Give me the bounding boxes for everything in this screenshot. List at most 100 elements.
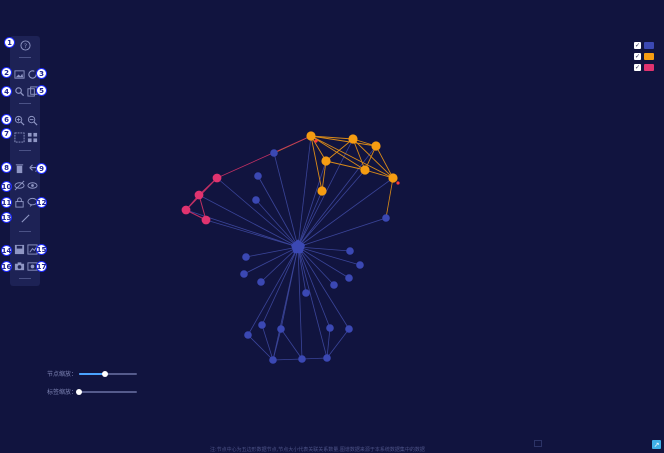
graph-node-blue[interactable] xyxy=(298,355,306,363)
graph-edge xyxy=(326,328,350,359)
graph-node-pink[interactable] xyxy=(201,215,211,225)
edge-icon[interactable] xyxy=(18,211,32,225)
svg-text:?: ? xyxy=(23,41,26,49)
legend-swatch xyxy=(644,42,654,49)
graph-node-blue[interactable] xyxy=(330,281,338,289)
graph-marker[interactable] xyxy=(314,139,318,143)
graph-canvas[interactable] xyxy=(0,0,664,452)
zoom-out-icon[interactable] xyxy=(25,113,39,127)
checkbox-checked-icon[interactable]: ✓ xyxy=(634,53,641,60)
expand-icon[interactable]: ↗ xyxy=(652,440,661,449)
label-size-slider[interactable] xyxy=(76,388,137,395)
graph-node-blue[interactable] xyxy=(302,289,310,297)
graph-node-blue[interactable] xyxy=(269,356,277,364)
badge-2: 2 xyxy=(1,67,12,78)
graph-node-pink[interactable] xyxy=(181,205,191,215)
slider-handle[interactable] xyxy=(102,370,109,377)
graph-edge xyxy=(273,152,299,248)
graph-marker[interactable] xyxy=(396,181,400,185)
graph-node-orange[interactable] xyxy=(388,173,398,183)
node-size-slider[interactable] xyxy=(79,370,137,377)
graph-edge xyxy=(205,219,299,248)
graph-node-blue[interactable] xyxy=(326,324,334,332)
graph-node-orange[interactable] xyxy=(321,156,331,166)
graph-node-pink[interactable] xyxy=(194,190,204,200)
graph-edge xyxy=(272,328,282,361)
graph-nodes xyxy=(181,131,400,364)
graph-edge xyxy=(385,177,394,219)
badge-5: 5 xyxy=(36,85,47,96)
graph-node-orange[interactable] xyxy=(371,141,381,151)
graph-edge xyxy=(325,160,366,171)
graph-node-blue[interactable] xyxy=(258,321,266,329)
grid-icon[interactable] xyxy=(534,440,542,447)
graph-edge xyxy=(216,135,312,179)
node-size-label: 节点缩放： xyxy=(47,371,78,378)
node-size-slider-row: 节点缩放： xyxy=(47,369,137,378)
slider-handle[interactable] xyxy=(76,388,82,395)
graph-edge xyxy=(247,246,299,336)
graph-node-blue[interactable] xyxy=(345,274,353,282)
graph-node-blue[interactable] xyxy=(345,325,353,333)
graph-edge xyxy=(297,145,377,248)
graph-node-orange[interactable] xyxy=(348,134,358,144)
badge-10: 10 xyxy=(1,181,12,192)
toolbar-divider xyxy=(19,231,31,232)
badge-1: 1 xyxy=(4,37,15,48)
legend-item-blue[interactable]: ✓ xyxy=(634,40,656,51)
badge-12: 12 xyxy=(36,197,47,208)
graph-node-orange[interactable] xyxy=(317,186,327,196)
checkbox-checked-icon[interactable]: ✓ xyxy=(634,64,641,71)
hide-icon[interactable] xyxy=(12,178,26,192)
graph-node-blue[interactable] xyxy=(323,354,331,362)
graph-node-blue[interactable] xyxy=(252,196,260,204)
graph-edge xyxy=(297,246,328,359)
graph-node-orange[interactable] xyxy=(360,165,370,175)
legend: ✓ ✓ ✓ xyxy=(634,40,656,73)
badge-14: 14 xyxy=(1,245,12,256)
graph-node-blue[interactable] xyxy=(244,331,252,339)
graph-node-blue[interactable] xyxy=(240,270,248,278)
save-icon[interactable] xyxy=(12,242,26,256)
graph-edge xyxy=(245,246,299,258)
lock-icon[interactable] xyxy=(12,195,26,209)
graph-edge xyxy=(310,135,323,192)
checkbox-checked-icon[interactable]: ✓ xyxy=(634,42,641,49)
image-icon[interactable] xyxy=(12,67,26,81)
graph-edge xyxy=(260,246,299,283)
graph-edge xyxy=(272,358,303,361)
legend-item-pink[interactable]: ✓ xyxy=(634,62,656,73)
graph-node-blue[interactable] xyxy=(382,214,390,222)
graph-node-pink[interactable] xyxy=(212,173,222,183)
zoom-in-icon[interactable] xyxy=(12,113,26,127)
search-icon[interactable] xyxy=(12,84,26,98)
graph-edge xyxy=(216,177,299,248)
grid-select-icon[interactable] xyxy=(25,130,39,144)
graph-edge xyxy=(326,327,331,359)
graph-edge xyxy=(261,246,299,326)
help-icon[interactable]: ? xyxy=(18,38,32,52)
delete-icon[interactable] xyxy=(12,161,26,175)
graph-node-blue[interactable] xyxy=(242,253,250,261)
graph-node-blue[interactable] xyxy=(356,261,364,269)
badge-3: 3 xyxy=(36,68,47,79)
graph-node-blue[interactable] xyxy=(254,172,262,180)
graph-node-orange[interactable] xyxy=(306,131,316,141)
graph-edge xyxy=(297,160,327,248)
graph-node-blue[interactable] xyxy=(277,325,285,333)
select-icon[interactable] xyxy=(12,130,26,144)
graph-node-blue[interactable] xyxy=(346,247,354,255)
graph-node-blue[interactable] xyxy=(257,278,265,286)
show-icon[interactable] xyxy=(25,178,39,192)
toolbar-divider xyxy=(19,278,31,279)
legend-item-orange[interactable]: ✓ xyxy=(634,51,656,62)
label-size-slider-row: 标签缩放： xyxy=(47,387,137,396)
graph-edge xyxy=(297,177,394,248)
graph-edge xyxy=(310,135,354,140)
toolbar-divider xyxy=(19,103,31,104)
legend-swatch xyxy=(644,53,654,60)
badge-8: 8 xyxy=(1,162,12,173)
graph-edge xyxy=(297,135,312,248)
camera-icon[interactable] xyxy=(12,259,26,273)
graph-node-blue[interactable] xyxy=(270,149,278,157)
